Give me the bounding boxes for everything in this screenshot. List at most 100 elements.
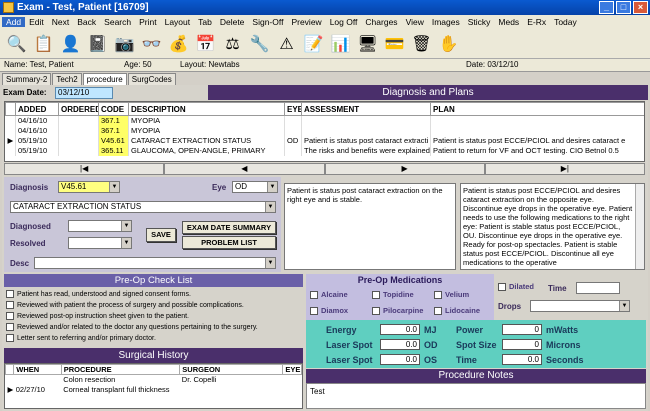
- plan-scrollbar[interactable]: [635, 184, 644, 269]
- card-icon[interactable]: 💳: [382, 31, 407, 56]
- table-row[interactable]: 05/19/10 365.11 GLAUCOMA, OPEN-ANGLE, PRIM…: [5, 145, 644, 156]
- menu-item[interactable]: Sticky: [464, 17, 495, 27]
- preop-check-item[interactable]: Reviewed post-op instruction sheet given…: [6, 312, 189, 320]
- spot-size-field[interactable]: 0: [502, 339, 542, 350]
- diagnosis-select[interactable]: V45.61 ▼: [58, 181, 120, 193]
- tab-surgcodes[interactable]: SurgCodes: [127, 73, 176, 85]
- scales-icon[interactable]: ⚖: [220, 31, 245, 56]
- menu-item[interactable]: Next: [48, 17, 73, 27]
- glasses-icon[interactable]: 👓: [139, 31, 164, 56]
- camera-icon[interactable]: 📷: [112, 31, 137, 56]
- checkbox[interactable]: [434, 290, 442, 299]
- row-selector[interactable]: ▶: [6, 385, 14, 395]
- eye-select[interactable]: OD ▼: [232, 181, 278, 193]
- table-row[interactable]: 04/16/10 367.1 MYOPIA: [5, 125, 644, 136]
- grid-column-header[interactable]: ORDERED: [58, 102, 99, 116]
- trash-icon[interactable]: 🗑: [409, 31, 434, 56]
- plan-textarea[interactable]: Patient is status post ECCE/PCIOL and de…: [460, 183, 645, 270]
- med-checkbox-velium[interactable]: Velium: [434, 290, 469, 299]
- preop-check-item[interactable]: Reviewed and/or related to the doctor an…: [6, 323, 258, 331]
- money-icon[interactable]: 💰: [166, 31, 191, 56]
- close-button[interactable]: ×: [633, 1, 648, 14]
- exam-date-field[interactable]: 03/12/10: [55, 87, 113, 99]
- problem-list-button[interactable]: PROBLEM LIST: [182, 236, 276, 249]
- checkbox[interactable]: [6, 290, 14, 298]
- menu-item[interactable]: Edit: [25, 17, 48, 27]
- menu-item[interactable]: Search: [100, 17, 135, 27]
- procedure-notes-textarea[interactable]: Test: [306, 383, 646, 409]
- menu-item[interactable]: Today: [550, 17, 581, 27]
- menu-item[interactable]: Log Off: [326, 17, 362, 27]
- menu-item[interactable]: Charges: [361, 17, 401, 27]
- note-icon[interactable]: 📝: [301, 31, 326, 56]
- search-icon[interactable]: 🔍: [4, 31, 29, 56]
- first-record-button[interactable]: |◀: [4, 163, 165, 175]
- save-button[interactable]: SAVE: [146, 228, 176, 242]
- time-field[interactable]: 0.0: [502, 354, 542, 365]
- grid-column-header[interactable]: PLAN: [430, 102, 644, 116]
- assessment-textarea[interactable]: Patient is status post cataract extracti…: [284, 183, 456, 270]
- surgical-column-header[interactable]: SURGEON: [179, 364, 284, 375]
- grid-column-header[interactable]: ASSESSMENT: [301, 102, 431, 116]
- exam-date-summary-button[interactable]: EXAM DATE SUMMARY: [182, 221, 276, 234]
- table-row[interactable]: Colon resection Dr. Copelli: [6, 375, 302, 385]
- grid-column-header[interactable]: DESCRIPTION: [128, 102, 285, 116]
- laser-spot-od-field[interactable]: 0.0: [380, 339, 420, 350]
- surgical-column-header[interactable]: PROCEDURE: [60, 364, 181, 375]
- diagnosed-date-select[interactable]: ▼: [68, 220, 132, 232]
- row-selector[interactable]: ▶: [5, 135, 16, 146]
- checkbox[interactable]: [6, 323, 14, 331]
- prev-record-button[interactable]: ◀: [164, 163, 325, 175]
- menu-item[interactable]: Meds: [494, 17, 523, 27]
- preop-check-item[interactable]: Letter sent to referring and/or primary …: [6, 334, 156, 342]
- med-checkbox-diamox[interactable]: Diamox: [310, 306, 348, 315]
- table-row[interactable]: ▶ 02/27/10 Corneal transplant full thickne…: [6, 385, 302, 395]
- checkbox[interactable]: [372, 290, 380, 299]
- notebook-icon[interactable]: 📓: [85, 31, 110, 56]
- prescription-icon[interactable]: 📋: [31, 31, 56, 56]
- table-row[interactable]: ▶ 05/19/10 V45.61 CATARACT EXTRACTION STATU…: [5, 135, 644, 146]
- grid-column-header[interactable]: ADDED: [15, 102, 59, 116]
- desc-select[interactable]: ▼: [34, 257, 276, 269]
- row-selector[interactable]: [5, 145, 16, 156]
- checkbox[interactable]: [6, 301, 14, 309]
- description-select[interactable]: CATARACT EXTRACTION STATUS ▼: [10, 201, 276, 213]
- tools-icon[interactable]: 🔧: [247, 31, 272, 56]
- laser-spot-os-field[interactable]: 0.0: [380, 354, 420, 365]
- surgical-column-header[interactable]: EYE: [282, 364, 302, 375]
- last-record-button[interactable]: ▶|: [484, 163, 645, 175]
- checkbox[interactable]: [6, 334, 14, 342]
- resolved-date-select[interactable]: ▼: [68, 237, 132, 249]
- tab-summary-2[interactable]: Summary-2: [2, 73, 52, 85]
- power-field[interactable]: 0: [502, 324, 542, 335]
- preop-check-item[interactable]: Patient has read, understood and signed …: [6, 290, 191, 298]
- grid-column-header[interactable]: CODE: [98, 102, 129, 116]
- menu-item[interactable]: Images: [428, 17, 464, 27]
- energy-field[interactable]: 0.0: [380, 324, 420, 335]
- calendar-icon[interactable]: 📅: [193, 31, 218, 56]
- checkbox[interactable]: [310, 306, 318, 315]
- menu-item[interactable]: Add: [2, 17, 26, 27]
- diagnosis-grid[interactable]: ADDED ORDERED CODE DESCRIPTION EYE ASSESSMENT…: [4, 101, 645, 162]
- surgical-column-header[interactable]: WHEN: [13, 364, 62, 375]
- menu-item[interactable]: Layout: [161, 17, 195, 27]
- dilated-time-field[interactable]: [576, 282, 620, 294]
- checkbox[interactable]: [6, 312, 14, 320]
- med-checkbox-topidine[interactable]: Topidine: [372, 290, 414, 299]
- med-checkbox-alcaine[interactable]: Alcaine: [310, 290, 348, 299]
- menu-item[interactable]: Tab: [194, 17, 216, 27]
- checkbox[interactable]: [434, 306, 442, 315]
- menu-item[interactable]: Back: [73, 17, 100, 27]
- menu-item[interactable]: Sign-Off: [248, 17, 287, 27]
- menu-item[interactable]: Preview: [287, 17, 325, 27]
- next-record-button[interactable]: ▶: [324, 163, 485, 175]
- row-selector[interactable]: [5, 125, 16, 136]
- tab-procedure[interactable]: procedure: [82, 73, 127, 85]
- surgical-history-grid[interactable]: WHEN PROCEDURE SURGEON EYE Colon resection D…: [4, 363, 303, 409]
- grid-column-header[interactable]: EYE: [284, 102, 302, 116]
- warning-icon[interactable]: ⚠: [274, 31, 299, 56]
- menu-item[interactable]: View: [402, 17, 428, 27]
- preop-check-item[interactable]: Reviewed with patient the process of sur…: [6, 301, 244, 309]
- checkbox[interactable]: [372, 306, 380, 315]
- menu-item[interactable]: Delete: [216, 17, 249, 27]
